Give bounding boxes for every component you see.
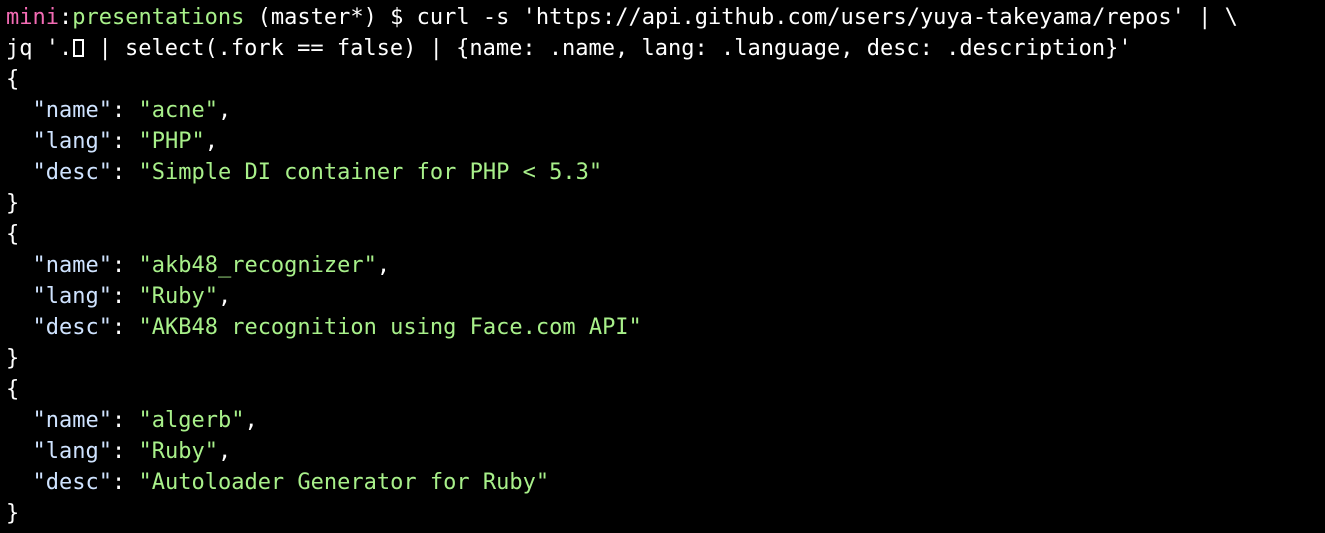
json-comma: , <box>244 408 258 433</box>
json-field-desc: "desc": "Autoloader Generator for Ruby" <box>6 467 1325 498</box>
json-field-desc: "desc": "Simple DI container for PHP < 5… <box>6 157 1325 188</box>
prompt-symbol: $ <box>376 5 417 30</box>
json-value: "Ruby" <box>138 439 218 464</box>
json-field-name: "name": "acne", <box>6 95 1325 126</box>
json-key: "lang" <box>32 439 112 464</box>
json-value: "akb48_recognizer" <box>138 253 377 278</box>
json-colon: : <box>111 129 139 154</box>
json-key: "desc" <box>32 470 112 495</box>
json-close-brace: } <box>6 346 20 371</box>
json-field-name: "name": "akb48_recognizer", <box>6 250 1325 281</box>
json-colon: : <box>111 315 139 340</box>
prompt-directory: presentations <box>72 5 245 30</box>
json-key: "lang" <box>32 284 112 309</box>
empty-brackets-glyph-icon <box>73 39 85 57</box>
prompt-separator: : <box>58 5 73 30</box>
json-value: "acne" <box>138 98 218 123</box>
command-text-1: curl -s 'https://api.github.com/users/yu… <box>416 5 1238 30</box>
command-line-1: mini:presentations (master*) $ curl -s '… <box>6 2 1325 33</box>
json-value: "Autoloader Generator for Ruby" <box>138 470 550 495</box>
json-colon: : <box>111 98 139 123</box>
json-key: "lang" <box>32 129 112 154</box>
json-open-brace: { <box>6 222 20 247</box>
command-text-2-prefix: jq '. <box>6 36 73 61</box>
json-value: "Ruby" <box>138 284 218 309</box>
json-key: "name" <box>32 408 112 433</box>
json-value: "Simple DI container for PHP < 5.3" <box>138 160 603 185</box>
json-comma: , <box>217 98 232 123</box>
json-comma: , <box>217 439 232 464</box>
json-key: "desc" <box>32 160 112 185</box>
json-colon: : <box>111 470 139 495</box>
terminal-window[interactable]: mini:presentations (master*) $ curl -s '… <box>0 0 1325 533</box>
json-value: "AKB48 recognition using Face.com API" <box>138 315 642 340</box>
json-colon: : <box>111 253 139 278</box>
prompt-host: mini <box>6 5 59 30</box>
json-colon: : <box>111 439 139 464</box>
json-close-brace: } <box>6 501 20 526</box>
json-comma: , <box>217 284 232 309</box>
json-field-lang: "lang": "Ruby", <box>6 436 1325 467</box>
command-text-2-suffix: | select(.fork == false) | {name: .name,… <box>85 36 1132 61</box>
json-key: "name" <box>32 98 112 123</box>
json-value: "PHP" <box>138 129 205 154</box>
json-value: "algerb" <box>138 408 245 433</box>
command-line-2: jq '. | select(.fork == false) | {name: … <box>6 33 1325 64</box>
json-open-brace: { <box>6 67 20 92</box>
json-field-desc: "desc": "AKB48 recognition using Face.co… <box>6 312 1325 343</box>
json-field-lang: "lang": "PHP", <box>6 126 1325 157</box>
json-key: "name" <box>32 253 112 278</box>
json-colon: : <box>111 408 139 433</box>
json-colon: : <box>111 160 139 185</box>
json-comma: , <box>204 129 218 154</box>
json-field-lang: "lang": "Ruby", <box>6 281 1325 312</box>
json-colon: : <box>111 284 139 309</box>
json-open-brace: { <box>6 377 20 402</box>
json-comma: , <box>376 253 391 278</box>
json-key: "desc" <box>32 315 112 340</box>
json-close-brace: } <box>6 191 20 216</box>
json-field-name: "name": "algerb", <box>6 405 1325 436</box>
prompt-branch: (master*) <box>244 5 377 30</box>
